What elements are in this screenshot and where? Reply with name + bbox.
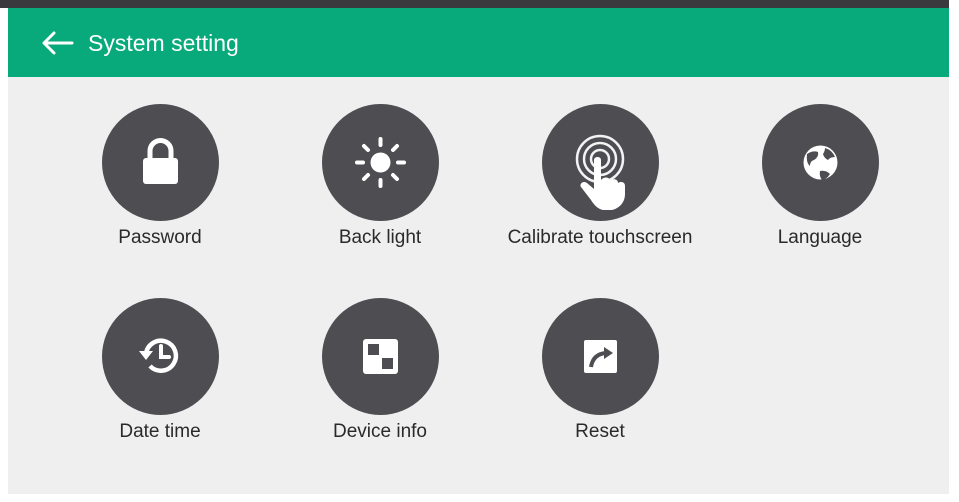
deviceinfo-label: Device info [333, 421, 427, 442]
back-button[interactable] [40, 30, 74, 56]
lock-icon [143, 138, 178, 184]
password-button[interactable] [102, 104, 219, 221]
password-label: Password [118, 227, 202, 248]
right-margin [949, 0, 959, 502]
top-bezel [0, 0, 959, 8]
page-title: System setting [88, 30, 239, 56]
datetime-label: Date time [119, 421, 201, 442]
reset-arrow-icon [584, 340, 617, 373]
language-label: Language [777, 227, 863, 248]
clock-history-icon [139, 338, 179, 373]
backlight-button[interactable] [322, 104, 439, 221]
datetime-button[interactable] [102, 298, 219, 415]
reset-tile[interactable]: Reset [480, 298, 720, 448]
settings-screen: System setting Password Back light Calib… [8, 8, 949, 494]
deviceinfo-button[interactable] [322, 298, 439, 415]
password-tile[interactable]: Password [40, 104, 280, 254]
arrow-left-icon [42, 31, 74, 55]
calibrate-label: Calibrate touchscreen [507, 227, 693, 248]
backlight-label: Back light [338, 227, 422, 248]
calibrate-tile[interactable]: Calibrate touchscreen [480, 104, 720, 254]
touch-hand-icon [575, 134, 625, 210]
deviceinfo-tile[interactable]: Device info [260, 298, 500, 448]
language-button[interactable] [762, 104, 879, 221]
datetime-tile[interactable]: Date time [40, 298, 280, 448]
device-info-icon [363, 339, 398, 374]
language-tile[interactable]: Language [700, 104, 940, 254]
calibrate-button[interactable] [542, 104, 659, 221]
backlight-tile[interactable]: Back light [260, 104, 500, 254]
reset-label: Reset [575, 421, 625, 442]
brightness-icon [355, 137, 406, 188]
header-bar: System setting [8, 8, 949, 77]
reset-button[interactable] [542, 298, 659, 415]
globe-icon [803, 145, 838, 180]
